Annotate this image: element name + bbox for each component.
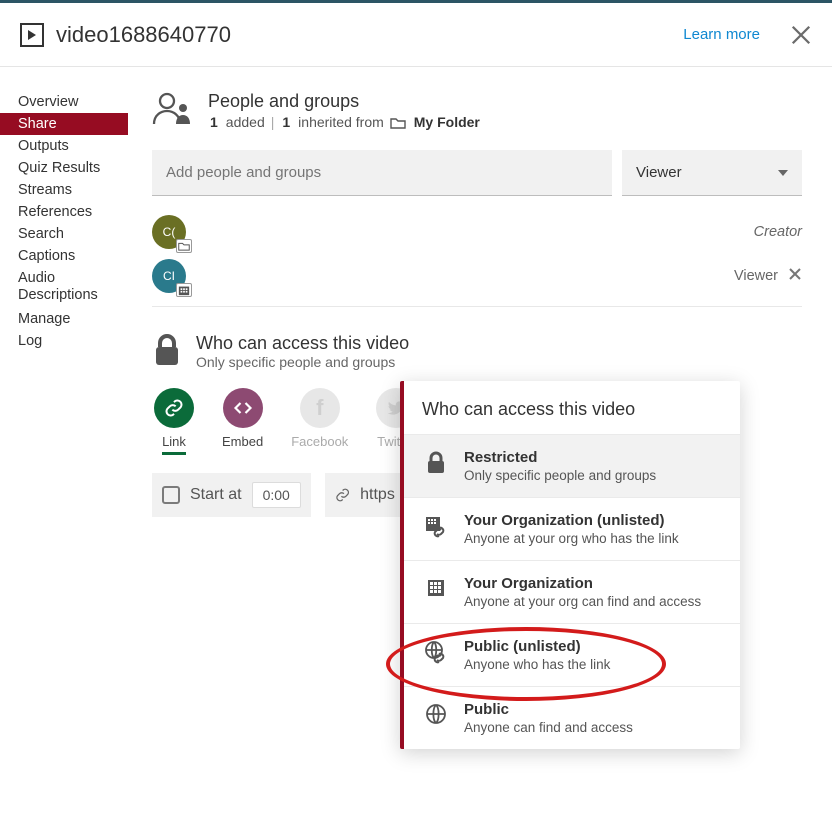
role-select[interactable]: Viewer xyxy=(622,150,802,196)
embed-icon xyxy=(223,388,263,428)
access-title: Who can access this video xyxy=(196,333,409,354)
access-option-title: Your Organization (unlisted) xyxy=(464,512,679,529)
org-link-icon xyxy=(422,512,450,538)
access-option-restricted[interactable]: Restricted Only specific people and group… xyxy=(404,434,740,497)
people-groups-subtitle: 1 added | 1 inherited from My Folder xyxy=(208,114,482,130)
share-link-button[interactable]: Link xyxy=(154,388,194,455)
access-header: Who can access this video Only specific … xyxy=(152,333,802,372)
sidebar-item-streams[interactable]: Streams xyxy=(0,179,128,201)
learn-more-link[interactable]: Learn more xyxy=(683,26,760,43)
access-option-your-organization[interactable]: Your Organization Anyone at your org can … xyxy=(404,560,740,623)
start-at-label: Start at xyxy=(190,486,242,504)
share-facebook-button[interactable]: f Facebook xyxy=(291,388,348,455)
start-time-input[interactable]: 0:00 xyxy=(252,482,301,508)
person-row: CI Viewer xyxy=(152,254,802,298)
title-bar: video1688640770 Learn more xyxy=(0,3,832,67)
sidebar-item-audio-descriptions[interactable]: Audio Descriptions xyxy=(0,267,128,308)
video-title: video1688640770 xyxy=(56,22,683,48)
link-icon xyxy=(154,388,194,428)
role-select-value: Viewer xyxy=(636,164,682,181)
access-option-sub: Anyone at your org can find and access xyxy=(464,594,701,609)
share-link-label: Link xyxy=(162,434,186,455)
globe-icon xyxy=(422,701,450,725)
access-option-your-organization-unlisted-[interactable]: Your Organization (unlisted) Anyone at yo… xyxy=(404,497,740,560)
access-option-title: Public xyxy=(464,701,633,718)
link-icon xyxy=(335,486,350,504)
start-at-checkbox[interactable] xyxy=(162,486,180,504)
org-icon xyxy=(422,575,450,599)
share-embed-button[interactable]: Embed xyxy=(222,388,263,455)
sidebar-item-captions[interactable]: Captions xyxy=(0,245,128,267)
settings-sidebar: OverviewShareOutputsQuiz ResultsStreamsR… xyxy=(0,91,128,517)
people-groups-title: People and groups xyxy=(208,91,482,112)
building-badge-icon xyxy=(176,283,192,297)
people-groups-header: People and groups 1 added | 1 inherited … xyxy=(152,91,802,130)
access-option-public[interactable]: Public Anyone can find and access xyxy=(404,686,740,749)
lock-icon xyxy=(152,333,182,372)
close-button[interactable] xyxy=(790,24,812,46)
person-role: Creator xyxy=(754,224,802,240)
access-dropdown-title: Who can access this video xyxy=(404,381,740,434)
sidebar-item-references[interactable]: References xyxy=(0,201,128,223)
chevron-down-icon xyxy=(778,170,788,176)
lock-icon xyxy=(422,449,450,475)
sidebar-item-overview[interactable]: Overview xyxy=(0,91,128,113)
folder-badge-icon xyxy=(176,239,192,253)
sidebar-item-quiz-results[interactable]: Quiz Results xyxy=(0,157,128,179)
share-url-text: https xyxy=(360,486,395,504)
facebook-icon: f xyxy=(300,388,340,428)
people-groups-icon xyxy=(152,91,194,130)
access-option-public-unlisted-[interactable]: Public (unlisted) Anyone who has the link xyxy=(404,623,740,686)
video-play-icon xyxy=(20,23,44,47)
access-dropdown: Who can access this video Restricted Only… xyxy=(400,381,740,749)
add-people-input[interactable] xyxy=(152,150,612,196)
access-option-sub: Anyone who has the link xyxy=(464,657,610,672)
access-option-title: Your Organization xyxy=(464,575,701,592)
people-list: C( Creator CI Viewer xyxy=(152,210,802,307)
start-at-chip[interactable]: Start at 0:00 xyxy=(152,473,311,517)
sidebar-item-outputs[interactable]: Outputs xyxy=(0,135,128,157)
sidebar-item-search[interactable]: Search xyxy=(0,223,128,245)
folder-icon xyxy=(390,116,406,129)
sidebar-item-log[interactable]: Log xyxy=(0,330,128,352)
sidebar-item-manage[interactable]: Manage xyxy=(0,308,128,330)
remove-person-button[interactable] xyxy=(788,267,802,286)
globe-link-icon xyxy=(422,638,450,664)
share-embed-label: Embed xyxy=(222,434,263,449)
share-url-chip[interactable]: https xyxy=(325,473,405,517)
access-subtitle: Only specific people and groups xyxy=(196,354,409,370)
access-option-title: Restricted xyxy=(464,449,656,466)
sidebar-item-share[interactable]: Share xyxy=(0,113,128,135)
avatar: CI xyxy=(152,259,186,293)
share-facebook-label: Facebook xyxy=(291,434,348,449)
access-option-sub: Only specific people and groups xyxy=(464,468,656,483)
access-option-title: Public (unlisted) xyxy=(464,638,610,655)
access-option-sub: Anyone can find and access xyxy=(464,720,633,735)
access-option-sub: Anyone at your org who has the link xyxy=(464,531,679,546)
person-row: C( Creator xyxy=(152,210,802,254)
avatar: C( xyxy=(152,215,186,249)
person-role: Viewer xyxy=(734,268,778,284)
